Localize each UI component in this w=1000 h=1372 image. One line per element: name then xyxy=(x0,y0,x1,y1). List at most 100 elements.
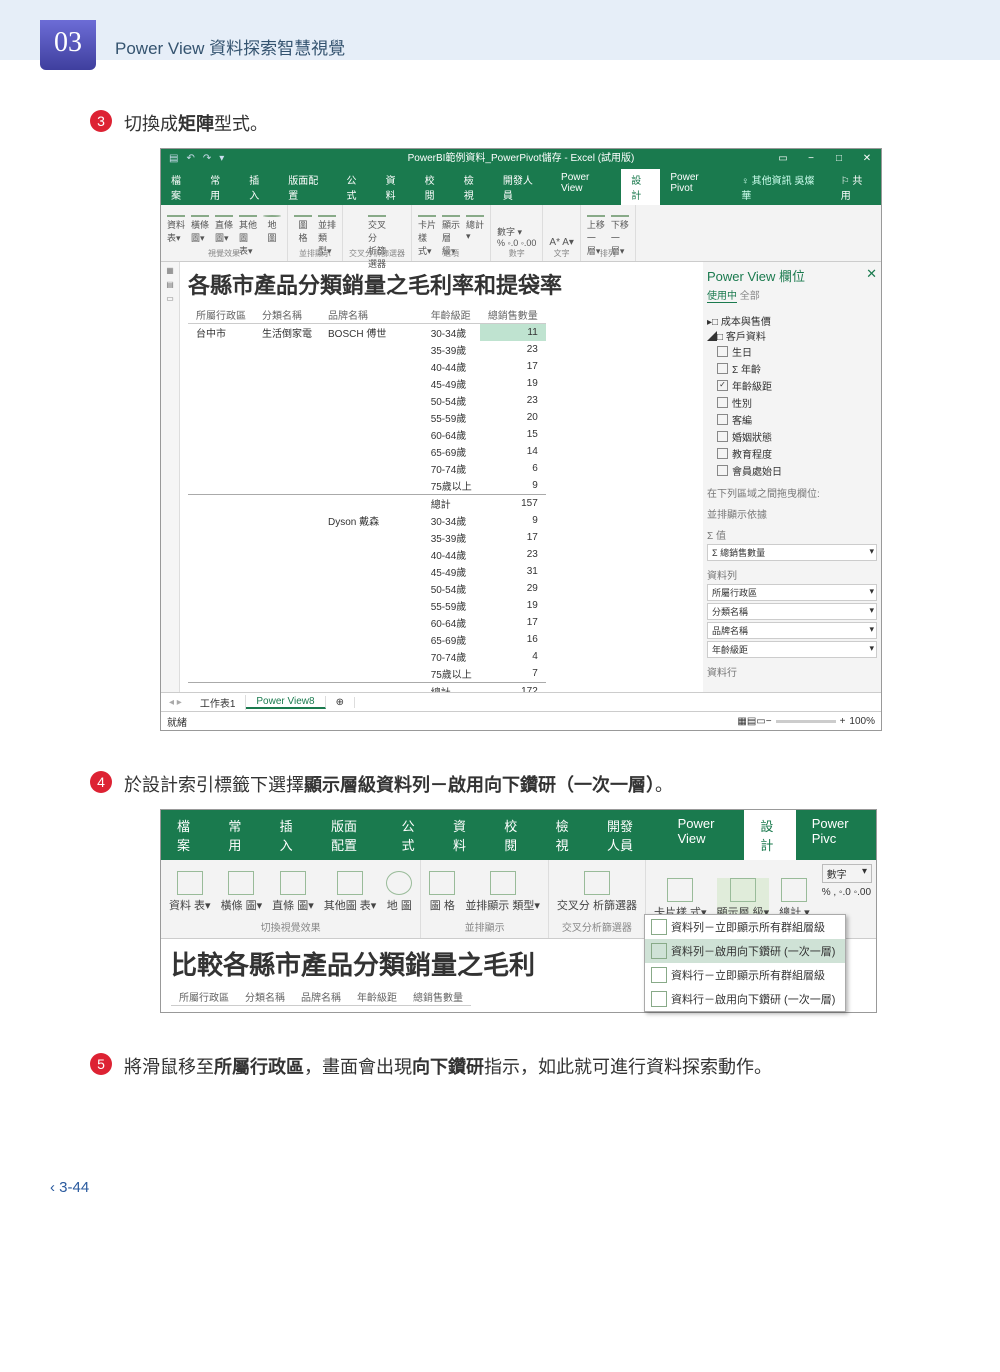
other-icon: 其他圖表▾ xyxy=(239,215,257,241)
ribbon-tab[interactable]: 開發人員 xyxy=(591,810,662,860)
step-badge: 4 xyxy=(90,771,112,793)
matrix-table[interactable]: 所屬行政區分類名稱品牌名稱年齡級距總銷售數量 xyxy=(171,988,471,1006)
ribbon[interactable]: 資料表▾橫條圖▾直條圖▾其他圖表▾地圖視覺效果 圖格並排類型▾並排顯示 交叉分析… xyxy=(161,205,881,262)
ribbon-tab[interactable]: Power Pivot xyxy=(660,169,731,205)
help[interactable]: ♀ 其他資訊 吳燦華 xyxy=(731,169,830,205)
report-title: 各縣市產品分類銷量之毛利率和提袋率 xyxy=(188,268,699,300)
ribbon-tab[interactable]: 版面配置 xyxy=(278,169,336,205)
field-item[interactable]: 生日 xyxy=(707,343,877,360)
view-selector[interactable]: ▦▤▭ xyxy=(161,262,180,692)
excel-screenshot-2: 檔案常用插入版面配置公式資料校閱檢視開發人員Power View設計Power … xyxy=(160,809,877,1013)
chapter-title: Power View 資料探索智慧視覺 xyxy=(115,34,345,59)
view-icon[interactable]: ▤ xyxy=(747,716,756,727)
ribbon-tab[interactable]: Power View xyxy=(551,169,621,205)
ribbon-tab[interactable]: 公式 xyxy=(336,169,375,205)
ribbon-tabs[interactable]: 檔案常用插入版面配置公式資料校閱檢視開發人員Power View設計Power … xyxy=(161,169,881,205)
tab-all[interactable]: 全部 xyxy=(740,291,760,302)
tile-type-button[interactable]: 並排顯示 類型▾ xyxy=(465,871,540,913)
fields-pane[interactable]: Power View 欄位 ✕ 使用中 全部 ▸□ 成本與售價 ◢□ 客戶資料 … xyxy=(703,262,881,692)
column-button[interactable]: 直條 圖▾ xyxy=(272,871,314,913)
ribbon-tab[interactable]: Power View xyxy=(662,810,745,860)
save-icon: ▤ xyxy=(169,149,178,169)
column-icon: 直條圖▾ xyxy=(215,215,233,241)
field-item[interactable]: 客編 xyxy=(707,411,877,428)
field-item[interactable]: Σ 年齡 xyxy=(707,360,877,377)
matrix-table[interactable]: 所屬行政區分類名稱品牌名稱年齡級距總銷售數量台中市生活倒家電BOSCH 傅世30… xyxy=(188,306,546,692)
report-canvas[interactable]: 各縣市產品分類銷量之毛利率和提袋率 所屬行政區分類名稱品牌名稱年齡級距總銷售數量… xyxy=(180,262,703,692)
window-title: PowerBI範例資料_PowerPivot儲存 - Excel (試用版) xyxy=(408,153,635,164)
t: 切換成 xyxy=(124,114,178,134)
menu-item[interactable]: 資料列－立即顯示所有群組層級 xyxy=(645,915,845,939)
field-item[interactable]: 婚姻狀態 xyxy=(707,428,877,445)
t: 於設計索引標籤下選擇 xyxy=(124,775,304,795)
ribbon-tab[interactable]: 版面配置 xyxy=(315,810,386,860)
ribbon-tab[interactable]: 資料 xyxy=(376,169,415,205)
tile-button[interactable]: 圖 格 xyxy=(429,871,455,913)
ribbon-tab[interactable]: 校閱 xyxy=(415,169,454,205)
ribbon-tab[interactable]: 插入 xyxy=(264,810,315,860)
row-drop[interactable]: 所屬行政區▾ xyxy=(707,584,877,601)
field-item[interactable]: 教育程度 xyxy=(707,445,877,462)
table-button[interactable]: 資料 表▾ xyxy=(169,871,211,913)
ribbon-tab[interactable]: 設計 xyxy=(621,169,660,205)
ribbon-tab[interactable]: 資料 xyxy=(437,810,488,860)
status-bar: 就緒 ▦ ▤ ▭ −+100% xyxy=(161,711,881,730)
map-button[interactable]: 地 圖 xyxy=(386,871,412,913)
t: 。 xyxy=(655,775,673,795)
field-item[interactable]: ✓年齡級距 xyxy=(707,377,877,394)
field-item[interactable]: 會員處始日 xyxy=(707,462,877,479)
share-button[interactable]: ⚐ 共用 xyxy=(831,169,881,205)
bar-icon: 橫條圖▾ xyxy=(191,215,209,241)
table-view-icon: ▦ xyxy=(161,266,179,280)
other-button[interactable]: 其他圖 表▾ xyxy=(324,871,377,913)
matrix-view-icon: ▤ xyxy=(161,280,179,294)
bar-button[interactable]: 橫條 圖▾ xyxy=(221,871,263,913)
show-level-dropdown[interactable]: 資料列－立即顯示所有群組層級資料列－啟用向下鑽研 (一次一層)資料行－立即顯示所… xyxy=(644,914,846,1012)
window-title-bar: ▤↶↷▾ PowerBI範例資料_PowerPivot儲存 - Excel (試… xyxy=(161,149,881,169)
close-icon[interactable]: ✕ xyxy=(866,266,877,282)
field-item[interactable]: 性別 xyxy=(707,394,877,411)
menu-item[interactable]: 資料行－立即顯示所有群組層級 xyxy=(645,963,845,987)
ribbon-tab[interactable]: 檔案 xyxy=(161,810,212,860)
view-icon[interactable]: ▭ xyxy=(756,716,765,727)
view-icon[interactable]: ▦ xyxy=(737,716,746,727)
ribbon-tab[interactable]: 插入 xyxy=(239,169,278,205)
ribbon-tab[interactable]: 檢視 xyxy=(454,169,493,205)
sheet-tab[interactable]: 工作表1 xyxy=(190,695,247,710)
menu-item[interactable]: 資料列－啟用向下鑽研 (一次一層) xyxy=(645,939,845,963)
ribbon-tab[interactable]: Power Pivc xyxy=(796,810,876,860)
ribbon-tab[interactable]: 常用 xyxy=(212,810,263,860)
values-drop[interactable]: Σ 總銷售數量▾ xyxy=(707,544,877,561)
add-sheet-icon[interactable]: ⊕ xyxy=(326,697,355,708)
ribbon-tab[interactable]: 檢視 xyxy=(540,810,591,860)
row-drop[interactable]: 年齡級距▾ xyxy=(707,641,877,658)
sheet-tab-active[interactable]: Power View8 xyxy=(246,696,325,709)
t: 將滑鼠移至 xyxy=(124,1057,214,1077)
ribbon-tab[interactable]: 常用 xyxy=(200,169,239,205)
close-icon[interactable]: ✕ xyxy=(853,149,881,169)
t: 顯示層級資料列－啟用向下鑽研（一次一層） xyxy=(304,775,655,795)
min-icon[interactable]: ▭ xyxy=(769,149,797,169)
ribbon-tab[interactable]: 公式 xyxy=(386,810,437,860)
ribbon-tab[interactable]: 開發人員 xyxy=(493,169,551,205)
ribbon-tab[interactable]: 校閱 xyxy=(488,810,539,860)
ribbon-tab[interactable]: 設計 xyxy=(744,810,795,860)
zoom-slider[interactable]: −+100% xyxy=(766,716,875,727)
sheet-tabs[interactable]: ◂ ▸ 工作表1 Power View8 ⊕ xyxy=(161,692,881,711)
row-drop[interactable]: 分類名稱▾ xyxy=(707,603,877,620)
step-3: 3 切換成矩陣型式。 xyxy=(90,110,910,136)
ribbon-tabs[interactable]: 檔案常用插入版面配置公式資料校閱檢視開發人員Power View設計Power … xyxy=(161,810,876,860)
ribbon-tab[interactable]: 檔案 xyxy=(161,169,200,205)
quick-access[interactable]: ▤↶↷▾ xyxy=(169,149,224,169)
card-icon: 卡片樣式▾ xyxy=(418,215,436,241)
max-icon[interactable]: □ xyxy=(825,149,853,169)
t: 向下鑽研 xyxy=(412,1057,484,1077)
card-view-icon: ▭ xyxy=(161,294,179,308)
slicer-button[interactable]: 交叉分 析篩選器 xyxy=(557,871,637,913)
row-drop[interactable]: 品牌名稱▾ xyxy=(707,622,877,639)
tab-active[interactable]: 使用中 xyxy=(707,287,737,303)
menu-item[interactable]: 資料行－啟用向下鑽研 (一次一層) xyxy=(645,987,845,1011)
t: 型式。 xyxy=(214,114,268,134)
min-icon[interactable]: − xyxy=(797,149,825,169)
level-icon: 顯示層級▾ xyxy=(442,215,460,241)
